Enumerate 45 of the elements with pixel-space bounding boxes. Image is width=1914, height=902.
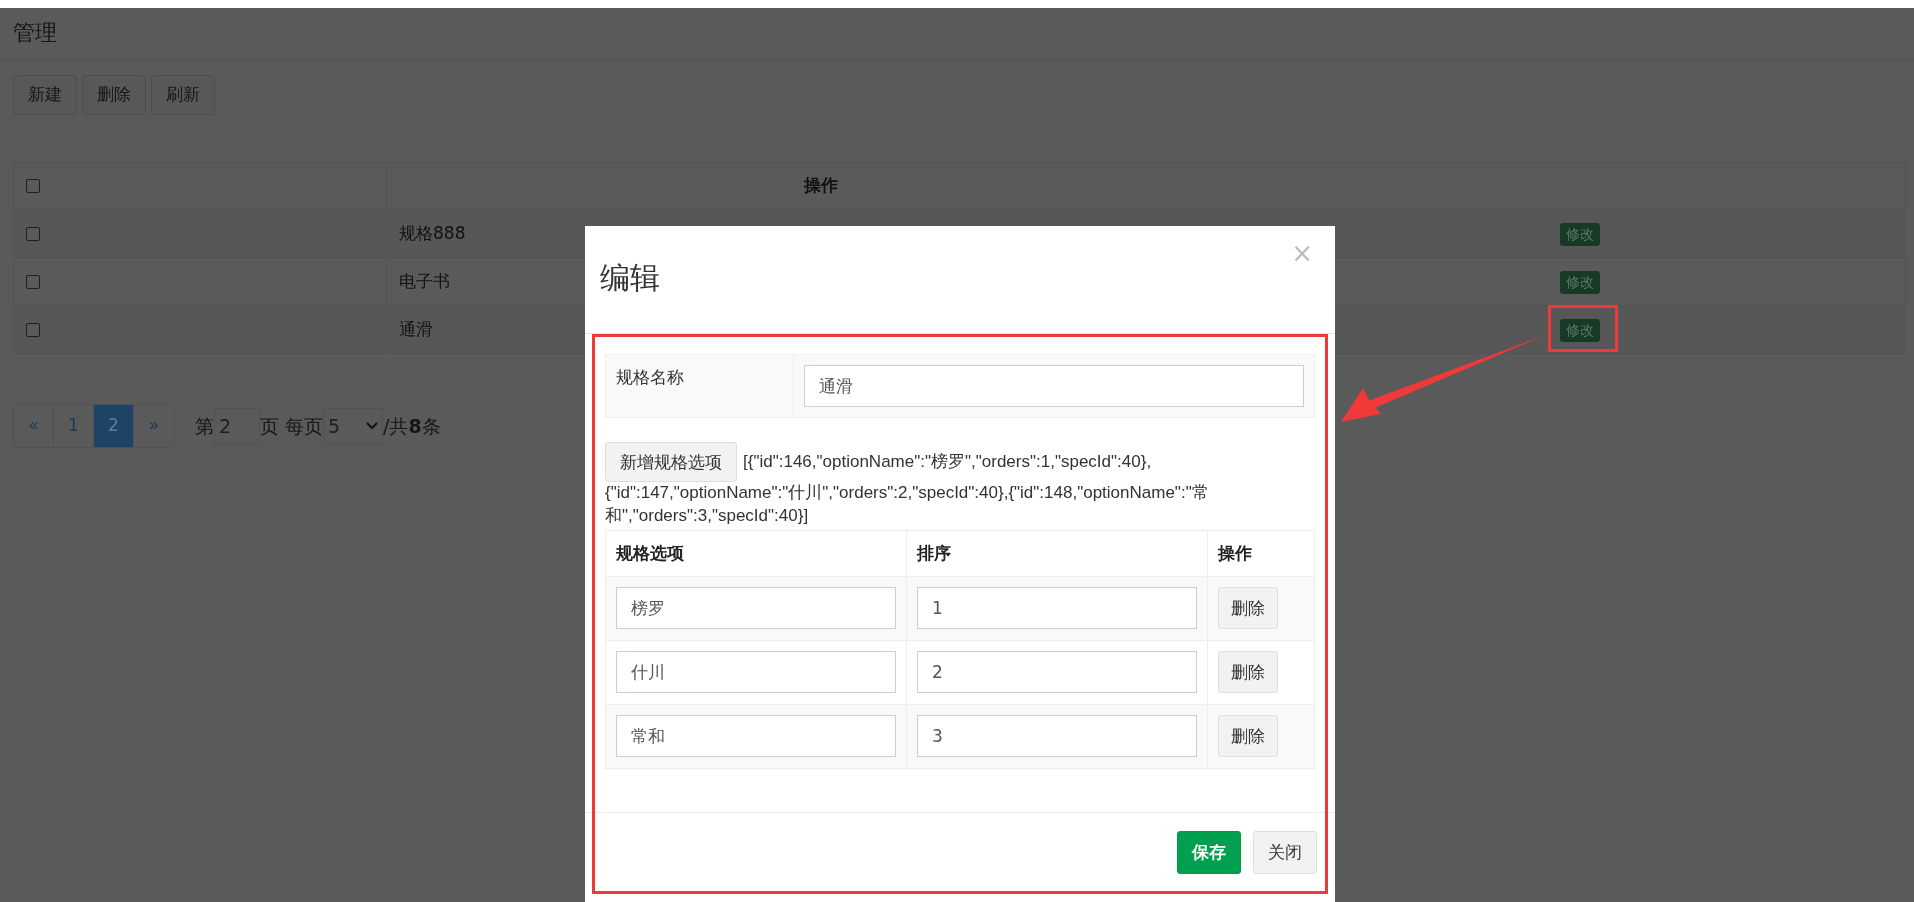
page-size-select[interactable]: 5 xyxy=(323,408,384,444)
json-text: [{"id":146,"optionName":"榜罗","orders":1,"specId":40}, xyxy=(743,450,1152,473)
option-name-input[interactable]: 常和 xyxy=(616,715,896,758)
field-label: 规格名称 xyxy=(606,355,794,417)
close-dialog-button[interactable]: 关闭 xyxy=(1253,831,1317,874)
caret-icon xyxy=(366,422,379,430)
delete-button[interactable]: 删除 xyxy=(1218,651,1278,694)
row-checkbox[interactable] xyxy=(26,322,40,337)
page-link[interactable]: 2 xyxy=(94,405,134,447)
table-cell: 电子书 xyxy=(399,270,450,291)
add-option-button[interactable]: 新增规格选项 xyxy=(605,442,737,482)
toolbar-button[interactable]: 删除 xyxy=(82,75,146,115)
column-header: 规格选项 xyxy=(605,530,907,577)
page-label: 第 xyxy=(195,413,214,439)
column-header: 操作 xyxy=(804,175,839,196)
toolbar-button[interactable]: 新建 xyxy=(13,75,77,115)
save-button[interactable]: 保存 xyxy=(1177,831,1241,874)
select-all-checkbox[interactable] xyxy=(26,179,40,194)
option-name-input[interactable]: 榜罗 xyxy=(616,587,896,630)
dialog-title: 编辑 xyxy=(600,259,661,297)
table-cell: 通滑 xyxy=(399,318,433,339)
column-header: 排序 xyxy=(906,530,1208,577)
option-order-input[interactable]: 1 xyxy=(917,587,1197,630)
column-header: 操作 xyxy=(1207,530,1315,577)
row-checkbox[interactable] xyxy=(26,226,40,241)
option-name-input[interactable]: 什川 xyxy=(616,651,896,694)
edit-button[interactable]: 修改 xyxy=(1560,318,1601,342)
json-text: 和","orders":3,"specId":40}] xyxy=(605,504,810,527)
delete-button[interactable]: 删除 xyxy=(1218,587,1278,630)
close-button[interactable]: × xyxy=(1287,240,1317,266)
per-page-label: 页 每页 xyxy=(260,413,324,439)
table-cell: 规格888 xyxy=(399,222,466,243)
json-text: {"id":147,"optionName":"什川","orders":2,"specId":40},{"id":148,"optionName":"常 xyxy=(605,482,1210,504)
page-title: 管理 xyxy=(0,8,1914,60)
option-order-input[interactable]: 3 xyxy=(917,715,1197,758)
delete-button[interactable]: 删除 xyxy=(1218,715,1278,758)
spec-name-input[interactable]: 通滑 xyxy=(804,365,1304,407)
edit-button[interactable]: 修改 xyxy=(1560,222,1601,246)
row-checkbox[interactable] xyxy=(26,274,40,289)
option-order-input[interactable]: 2 xyxy=(917,651,1197,694)
edit-button[interactable]: 修改 xyxy=(1560,270,1601,294)
total-count: /共8条 xyxy=(383,413,441,439)
highlight-frame xyxy=(1548,305,1618,352)
toolbar-button[interactable]: 刷新 xyxy=(151,75,215,115)
page-number-field[interactable]: 2 xyxy=(214,408,260,444)
